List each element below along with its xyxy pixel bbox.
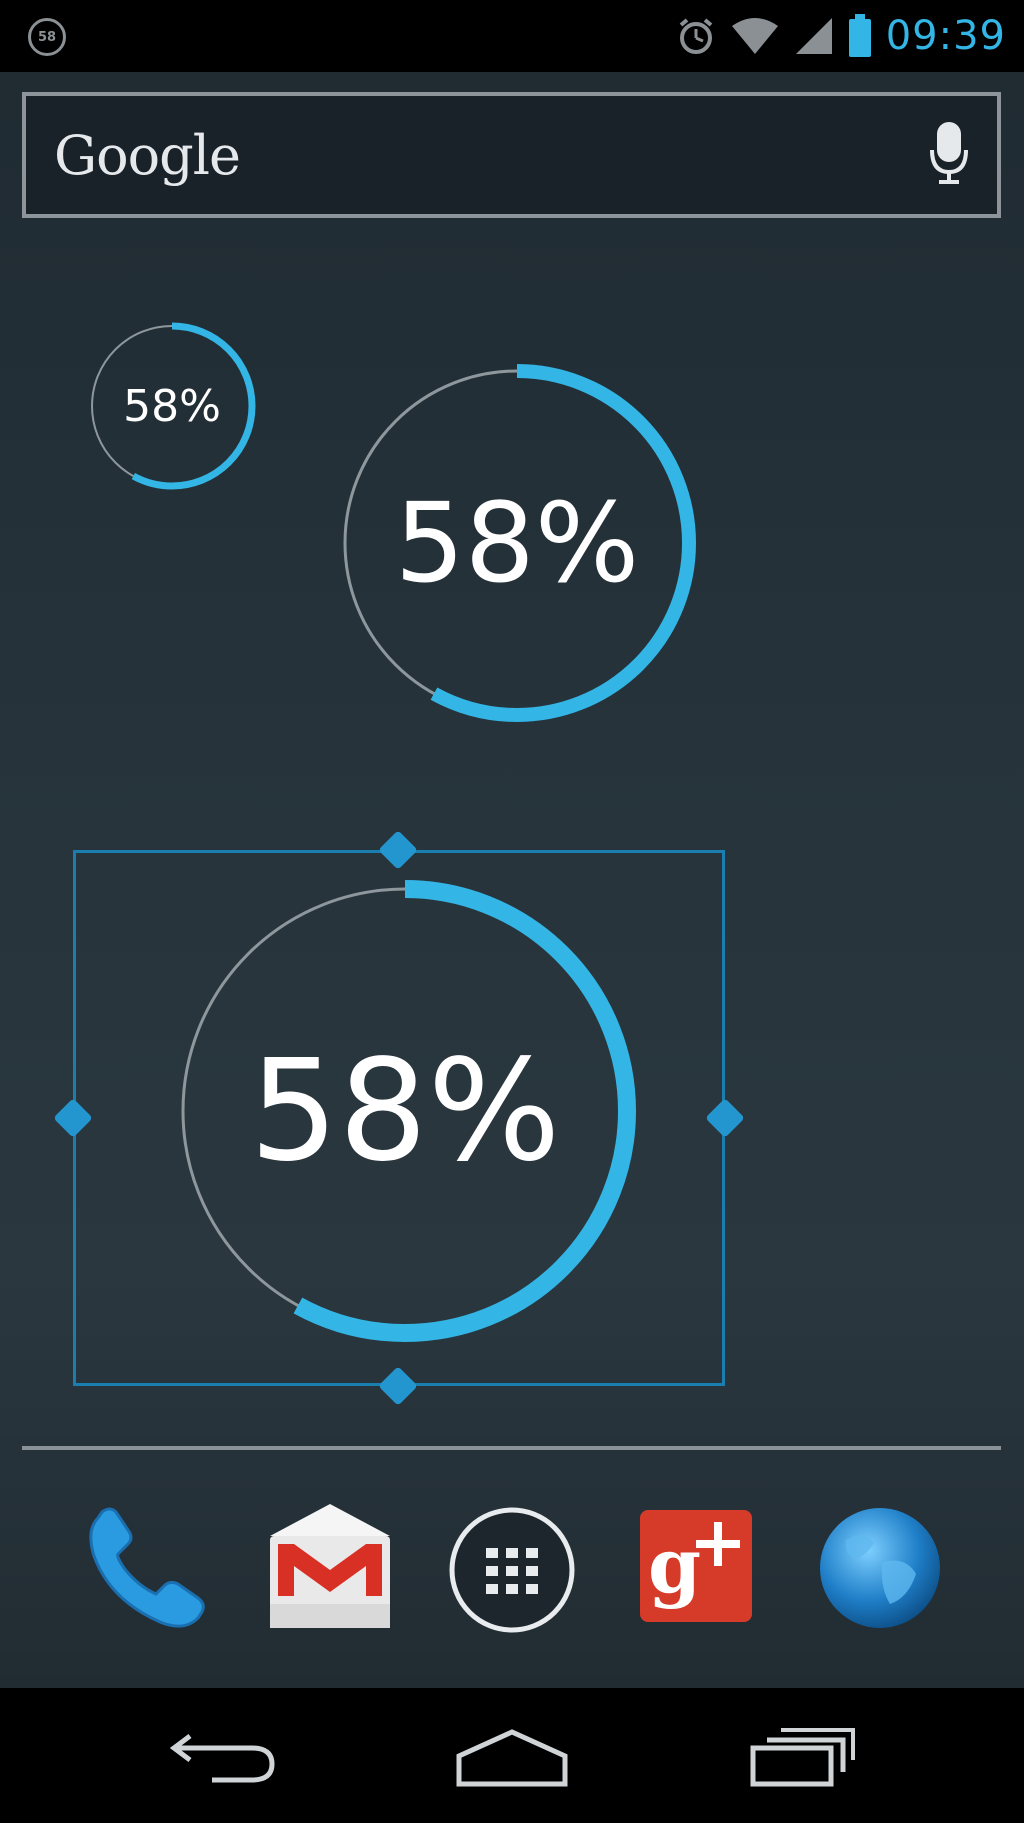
- wifi-icon: [731, 18, 778, 54]
- alarm-icon: [679, 18, 712, 54]
- google-plus-icon[interactable]: g: [626, 1500, 766, 1640]
- svg-text:g: g: [648, 1521, 701, 1610]
- back-icon[interactable]: [160, 1722, 290, 1792]
- battery-widget-small[interactable]: 58%: [84, 318, 260, 494]
- battery-icon: [848, 14, 871, 57]
- recent-apps-icon[interactable]: [735, 1722, 865, 1792]
- status-bar: 58 09:39: [0, 0, 1024, 72]
- battery-widget-large[interactable]: 58%: [168, 874, 642, 1348]
- google-search-bar[interactable]: Google: [22, 92, 1001, 218]
- battery-widget-medium[interactable]: 58%: [332, 358, 702, 728]
- status-icons: 09:39: [676, 10, 1006, 62]
- microphone-icon[interactable]: [929, 120, 969, 186]
- dock: g: [0, 1500, 1024, 1640]
- phone-icon[interactable]: [76, 1500, 216, 1640]
- browser-icon[interactable]: [810, 1500, 950, 1640]
- battery-percent-label: 58%: [249, 1029, 561, 1193]
- notification-badge-text: 58: [37, 29, 57, 45]
- dock-divider: [22, 1446, 1001, 1450]
- navigation-bar: [0, 1688, 1024, 1823]
- signal-icon: [795, 18, 832, 54]
- battery-percent-label: 58%: [123, 380, 221, 432]
- battery-widget-notification-icon: 58: [28, 18, 66, 56]
- google-logo: Google: [54, 124, 241, 187]
- app-drawer-icon[interactable]: [442, 1500, 582, 1640]
- battery-percent-label: 58%: [394, 479, 640, 607]
- status-time: 09:39: [885, 13, 1006, 59]
- gmail-icon[interactable]: [260, 1500, 400, 1640]
- home-icon[interactable]: [447, 1722, 577, 1792]
